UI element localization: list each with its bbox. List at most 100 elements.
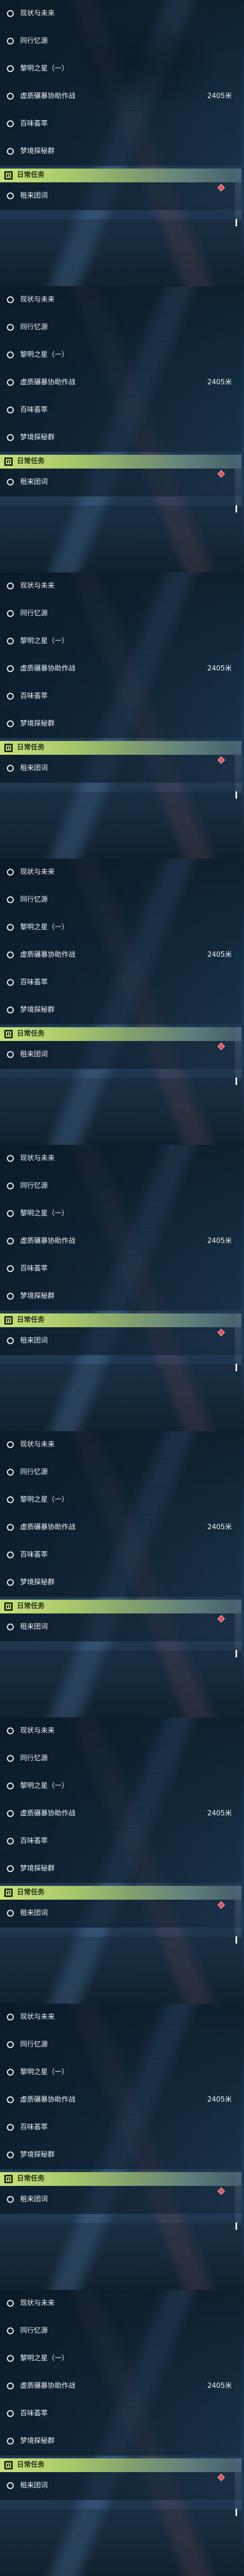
quest-row[interactable]: 百味荟萃: [0, 683, 241, 711]
quest-row[interactable]: 百味荟萃: [0, 396, 241, 425]
quest-row[interactable]: 黎明之星（一）: [0, 341, 241, 369]
ring-icon: [7, 1238, 14, 1245]
quest-row[interactable]: 虚质碾暴协助作战 2405米: [0, 1514, 241, 1542]
quest-row[interactable]: 梦境探秘群: [0, 138, 241, 166]
scrollbar-thumb[interactable]: [236, 2509, 237, 2516]
quest-row[interactable]: 梦境探秘群: [0, 996, 241, 1025]
quest-label: 虚质碾暴协助作战: [20, 1810, 76, 1818]
quest-row[interactable]: 同行忆源: [0, 1459, 241, 1487]
daily-task-row[interactable]: 租来团词: [0, 469, 241, 497]
quest-row[interactable]: 同行忆源: [0, 2031, 241, 2059]
quest-row[interactable]: 虚质碾暴协助作战 2405米: [0, 1228, 241, 1256]
quest-row[interactable]: 现状与未来: [0, 1717, 241, 1745]
quest-row[interactable]: 同行忆源: [0, 1172, 241, 1201]
daily-task-header[interactable]: 日常任务: [0, 2172, 235, 2186]
quest-label: 同行忆源: [20, 1468, 48, 1476]
quest-row[interactable]: 梦境探秘群: [0, 710, 241, 738]
daily-task-row[interactable]: 租来团词: [0, 1041, 241, 1069]
quest-row[interactable]: 现状与未来: [0, 1145, 241, 1173]
ring-icon: [7, 2096, 14, 2103]
quest-row[interactable]: 黎明之星（一）: [0, 2345, 241, 2373]
quest-label: 租来团词: [20, 2195, 48, 2203]
quest-row[interactable]: 现状与未来: [0, 2290, 241, 2318]
quest-row[interactable]: 百味荟萃: [0, 969, 241, 997]
quest-row[interactable]: 百味荟萃: [0, 1828, 241, 1856]
quest-row[interactable]: 虚质碾暴协助作战 2405米: [0, 369, 241, 397]
quest-row[interactable]: 同行忆源: [0, 600, 241, 628]
quest-panel: 现状与未来 同行忆源 黎明之星（一） 虚质碾暴协助作战 2405米 百味荟萃 梦…: [0, 2004, 244, 2290]
quest-row[interactable]: 梦境探秘群: [0, 2428, 241, 2456]
daily-task-row[interactable]: 租来团词: [0, 182, 241, 210]
ring-icon: [7, 1265, 14, 1272]
scene-backdrop: [0, 2509, 241, 2576]
ring-icon: [7, 1624, 14, 1630]
quest-row[interactable]: 虚质碾暴协助作战 2405米: [0, 1800, 241, 1828]
daily-task-row[interactable]: 租来团词: [0, 1327, 241, 1355]
daily-task-header[interactable]: 日常任务: [0, 1027, 235, 1041]
scrollbar-thumb[interactable]: [236, 791, 237, 799]
quest-row[interactable]: 黎明之星（一）: [0, 914, 241, 942]
quest-row[interactable]: 现状与未来: [0, 859, 241, 887]
quest-row[interactable]: 虚质碾暴协助作战 2405米: [0, 83, 241, 111]
quest-label: 现状与未来: [20, 582, 55, 590]
quest-row[interactable]: 现状与未来: [0, 2004, 241, 2032]
quest-row[interactable]: 黎明之星（一）: [0, 1200, 241, 1228]
daily-task-header[interactable]: 日常任务: [0, 1600, 235, 1613]
quest-row[interactable]: 梦境探秘群: [0, 1283, 241, 1311]
daily-task-header[interactable]: 日常任务: [0, 169, 235, 182]
ring-icon: [7, 1579, 14, 1586]
quest-row[interactable]: 同行忆源: [0, 1745, 241, 1773]
daily-task-row[interactable]: 租来团词: [0, 2472, 241, 2500]
quest-label: 虚质碾暴协助作战: [20, 92, 76, 100]
ring-icon: [7, 296, 14, 303]
quest-row[interactable]: 虚质碾暴协助作战 2405米: [0, 2372, 241, 2401]
quest-row[interactable]: 同行忆源: [0, 886, 241, 914]
quest-row[interactable]: 虚质碾暴协助作战 2405米: [0, 941, 241, 969]
quest-label: 现状与未来: [20, 1441, 55, 1449]
scrollbar-thumb[interactable]: [236, 2222, 237, 2230]
scrollbar-thumb[interactable]: [236, 219, 237, 226]
daily-task-header[interactable]: 日常任务: [0, 1313, 235, 1327]
quest-row[interactable]: 黎明之星（一）: [0, 1486, 241, 1514]
daily-task-row[interactable]: 租来团词: [0, 755, 241, 783]
quest-row[interactable]: 同行忆源: [0, 314, 241, 342]
scene-backdrop: [0, 1364, 241, 1431]
quest-row[interactable]: 虚质碾暴协助作战 2405米: [0, 2086, 241, 2114]
quest-row[interactable]: 百味荟萃: [0, 2400, 241, 2428]
quest-row[interactable]: 黎明之星（一）: [0, 1772, 241, 1801]
quest-row[interactable]: 现状与未来: [0, 0, 241, 28]
quest-row[interactable]: 梦境探秘群: [0, 1569, 241, 1597]
scrollbar-thumb[interactable]: [236, 1936, 237, 1944]
scrollbar-thumb[interactable]: [236, 1650, 237, 1657]
daily-task-row[interactable]: 租来团词: [0, 1613, 241, 1642]
quest-row[interactable]: 现状与未来: [0, 286, 241, 314]
scrollbar-thumb[interactable]: [236, 1364, 237, 1371]
ring-icon: [7, 2124, 14, 2131]
daily-task-row[interactable]: 租来团词: [0, 1900, 241, 1928]
scrollbar-thumb[interactable]: [236, 505, 237, 513]
quest-row[interactable]: 同行忆源: [0, 2317, 241, 2345]
quest-row[interactable]: 现状与未来: [0, 572, 241, 601]
quest-row[interactable]: 黎明之星（一）: [0, 55, 241, 83]
quest-row[interactable]: 梦境探秘群: [0, 2141, 241, 2169]
daily-task-header[interactable]: 日常任务: [0, 2458, 235, 2472]
daily-task-row[interactable]: 租来团词: [0, 2186, 241, 2214]
quest-row[interactable]: 黎明之星（一）: [0, 2059, 241, 2087]
daily-task-header[interactable]: 日常任务: [0, 741, 235, 755]
daily-task-header[interactable]: 日常任务: [0, 1886, 235, 1900]
quest-row[interactable]: 百味荟萃: [0, 1541, 241, 1569]
quest-row[interactable]: 百味荟萃: [0, 1255, 241, 1283]
quest-row[interactable]: 梦境探秘群: [0, 424, 241, 452]
quest-row[interactable]: 同行忆源: [0, 28, 241, 56]
task-badge-icon: [4, 2175, 13, 2183]
quest-row[interactable]: 百味荟萃: [0, 2114, 241, 2142]
ring-icon: [7, 1727, 14, 1734]
ring-icon: [7, 10, 14, 17]
quest-row[interactable]: 黎明之星（一）: [0, 628, 241, 656]
quest-row[interactable]: 百味荟萃: [0, 110, 241, 138]
quest-row[interactable]: 梦境探秘群: [0, 1855, 241, 1883]
daily-task-header[interactable]: 日常任务: [0, 455, 235, 469]
quest-row[interactable]: 现状与未来: [0, 1431, 241, 1459]
quest-row[interactable]: 虚质碾暴协助作战 2405米: [0, 655, 241, 683]
scrollbar-thumb[interactable]: [236, 1078, 237, 1085]
